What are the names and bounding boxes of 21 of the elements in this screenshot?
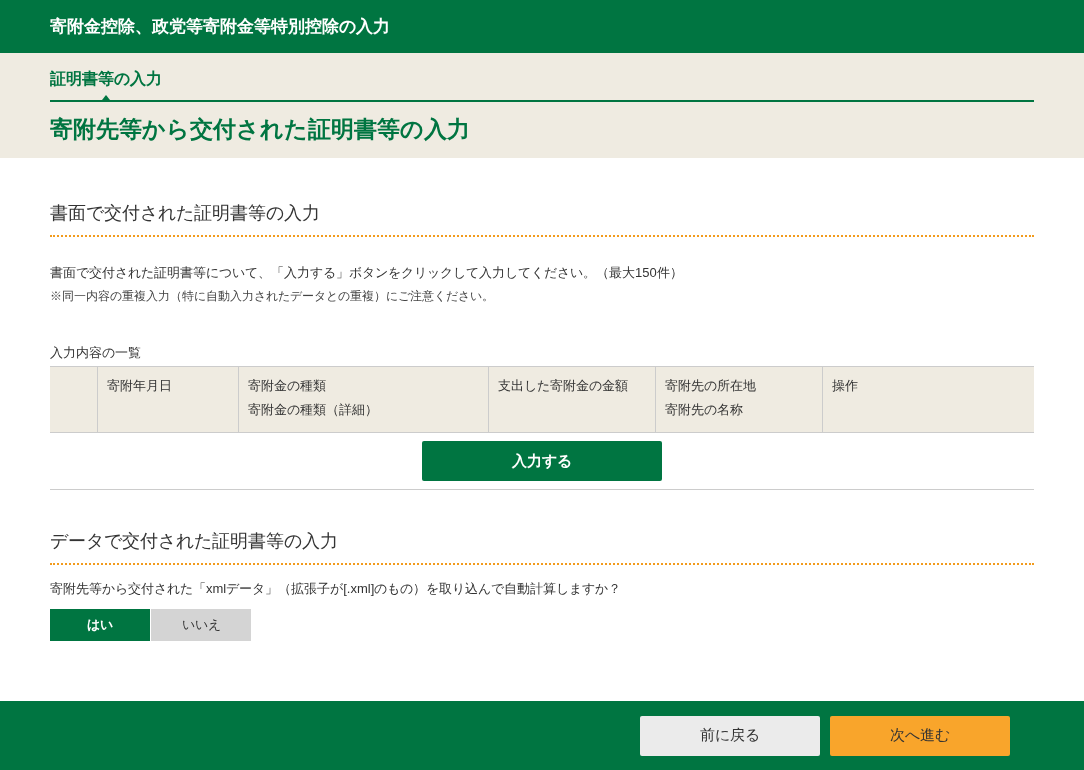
section-heading: データで交付された証明書等の入力 [50, 528, 1034, 565]
column-header: 寄附金の種類（詳細） [248, 401, 379, 419]
step-label: 証明書等の入力 [50, 69, 162, 89]
question-text: 寄附先等から交付された「xmlデータ」（拡張子が[.xml]のもの）を取り込んで自動計算しますか？ [50, 580, 623, 598]
column-header: 寄附先の名称 [665, 401, 744, 419]
table-caption: 入力内容の一覧 [50, 343, 142, 362]
next-button[interactable]: 次へ進む [830, 715, 1010, 756]
column-header: 支出した寄附金の金額 [498, 377, 629, 395]
column-header: 寄附年月日 [107, 377, 173, 395]
column-header: 寄附金の種類 [248, 377, 327, 395]
section-heading: 書面で交付された証明書等の入力 [50, 200, 1034, 237]
choice-button[interactable]: いいえ [151, 608, 251, 641]
column-header: 寄附先の所在地 [665, 377, 757, 395]
note-text: ※同一内容の重複入力（特に自動入力されたデータとの重複）にご注意ください。 [50, 287, 495, 305]
back-button[interactable]: 前に戻る [640, 715, 820, 756]
choice-button[interactable]: はい [50, 608, 150, 641]
page-title: 寄附先等から交付された証明書等の入力 [50, 115, 471, 144]
column-header: 操作 [832, 377, 859, 395]
input-button[interactable]: 入力する [422, 441, 662, 481]
description-text: 書面で交付された証明書等について、「入力する」ボタンをクリックして入力してください。（最大150件） [50, 264, 684, 282]
header-title: 寄附金控除、政党等寄附金等特別控除の入力 [50, 15, 390, 38]
